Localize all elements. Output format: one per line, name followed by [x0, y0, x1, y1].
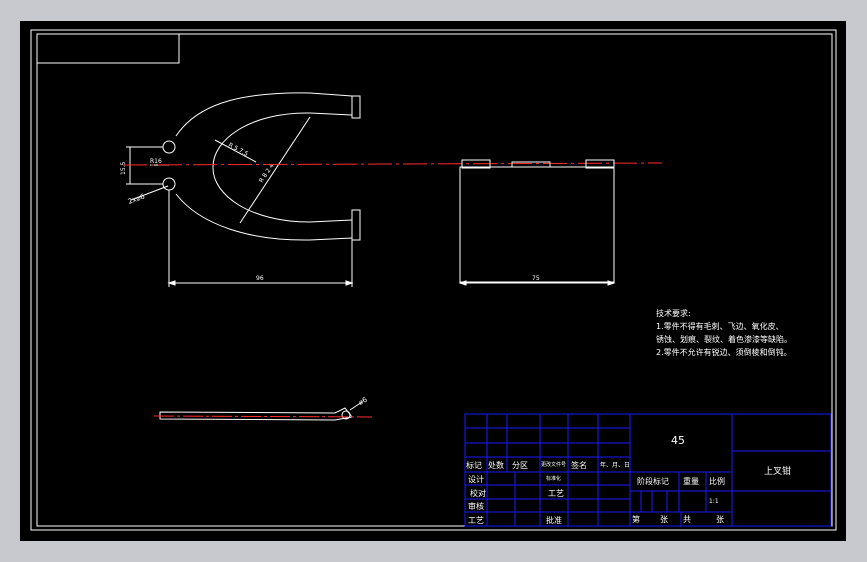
tb-header-doc: 更改文件号 [541, 461, 566, 468]
tb-sheet-no: 第 [632, 514, 640, 524]
drawing-canvas[interactable] [20, 21, 846, 541]
tb-sheet-no-unit: 张 [660, 515, 668, 524]
cad-viewport[interactable]: R16 R 5 7.5 15.5 2x⌀6 R 8 2 4 96 75 ⌀6 技… [0, 0, 867, 562]
tb-approve: 批准 [546, 515, 562, 525]
tb-part-name: 上叉钳 [764, 465, 791, 477]
tb-scale-value: 1:1 [709, 498, 719, 505]
tb-weight: 重量 [683, 476, 699, 486]
notes-line-2: 锈蚀、划痕、裂纹、着色渗漆等缺陷。 [656, 334, 792, 344]
tb-review: 审核 [468, 501, 484, 511]
notes-line-3: 2.零件不允许有锐边、须倒棱和倒钝。 [656, 347, 792, 357]
tb-header-count: 处数 [488, 460, 504, 470]
tb-header-date: 年、月、日 [600, 461, 630, 469]
tb-material: 45 [671, 434, 685, 447]
tb-header-sign: 签名 [571, 460, 587, 470]
notes-line-1: 1.零件不得有毛刺、飞边、氧化皮、 [656, 321, 784, 331]
dim-radius-top-text: R16 [150, 158, 162, 165]
tb-standardize: 标准化 [546, 475, 561, 482]
side-dim-text: 75 [532, 275, 540, 282]
tb-sheet-total-unit: 张 [716, 515, 724, 524]
tb-scale: 比例 [709, 476, 725, 486]
notes-heading: 技术要求: [656, 308, 691, 318]
tb-sheet-total: 共 [683, 515, 691, 524]
tb-process: 工艺 [468, 516, 484, 525]
dim-left-vertical-text: 15.5 [120, 161, 127, 175]
tb-stage-mark: 阶段标记 [637, 476, 669, 486]
tb-craft-check: 工艺 [548, 489, 564, 498]
tb-design: 设计 [468, 474, 484, 484]
tb-header-zone: 分区 [512, 461, 528, 470]
tb-header-mark: 标记 [466, 460, 482, 470]
dim-width-text: 96 [256, 275, 264, 282]
tb-check: 校对 [470, 488, 486, 498]
